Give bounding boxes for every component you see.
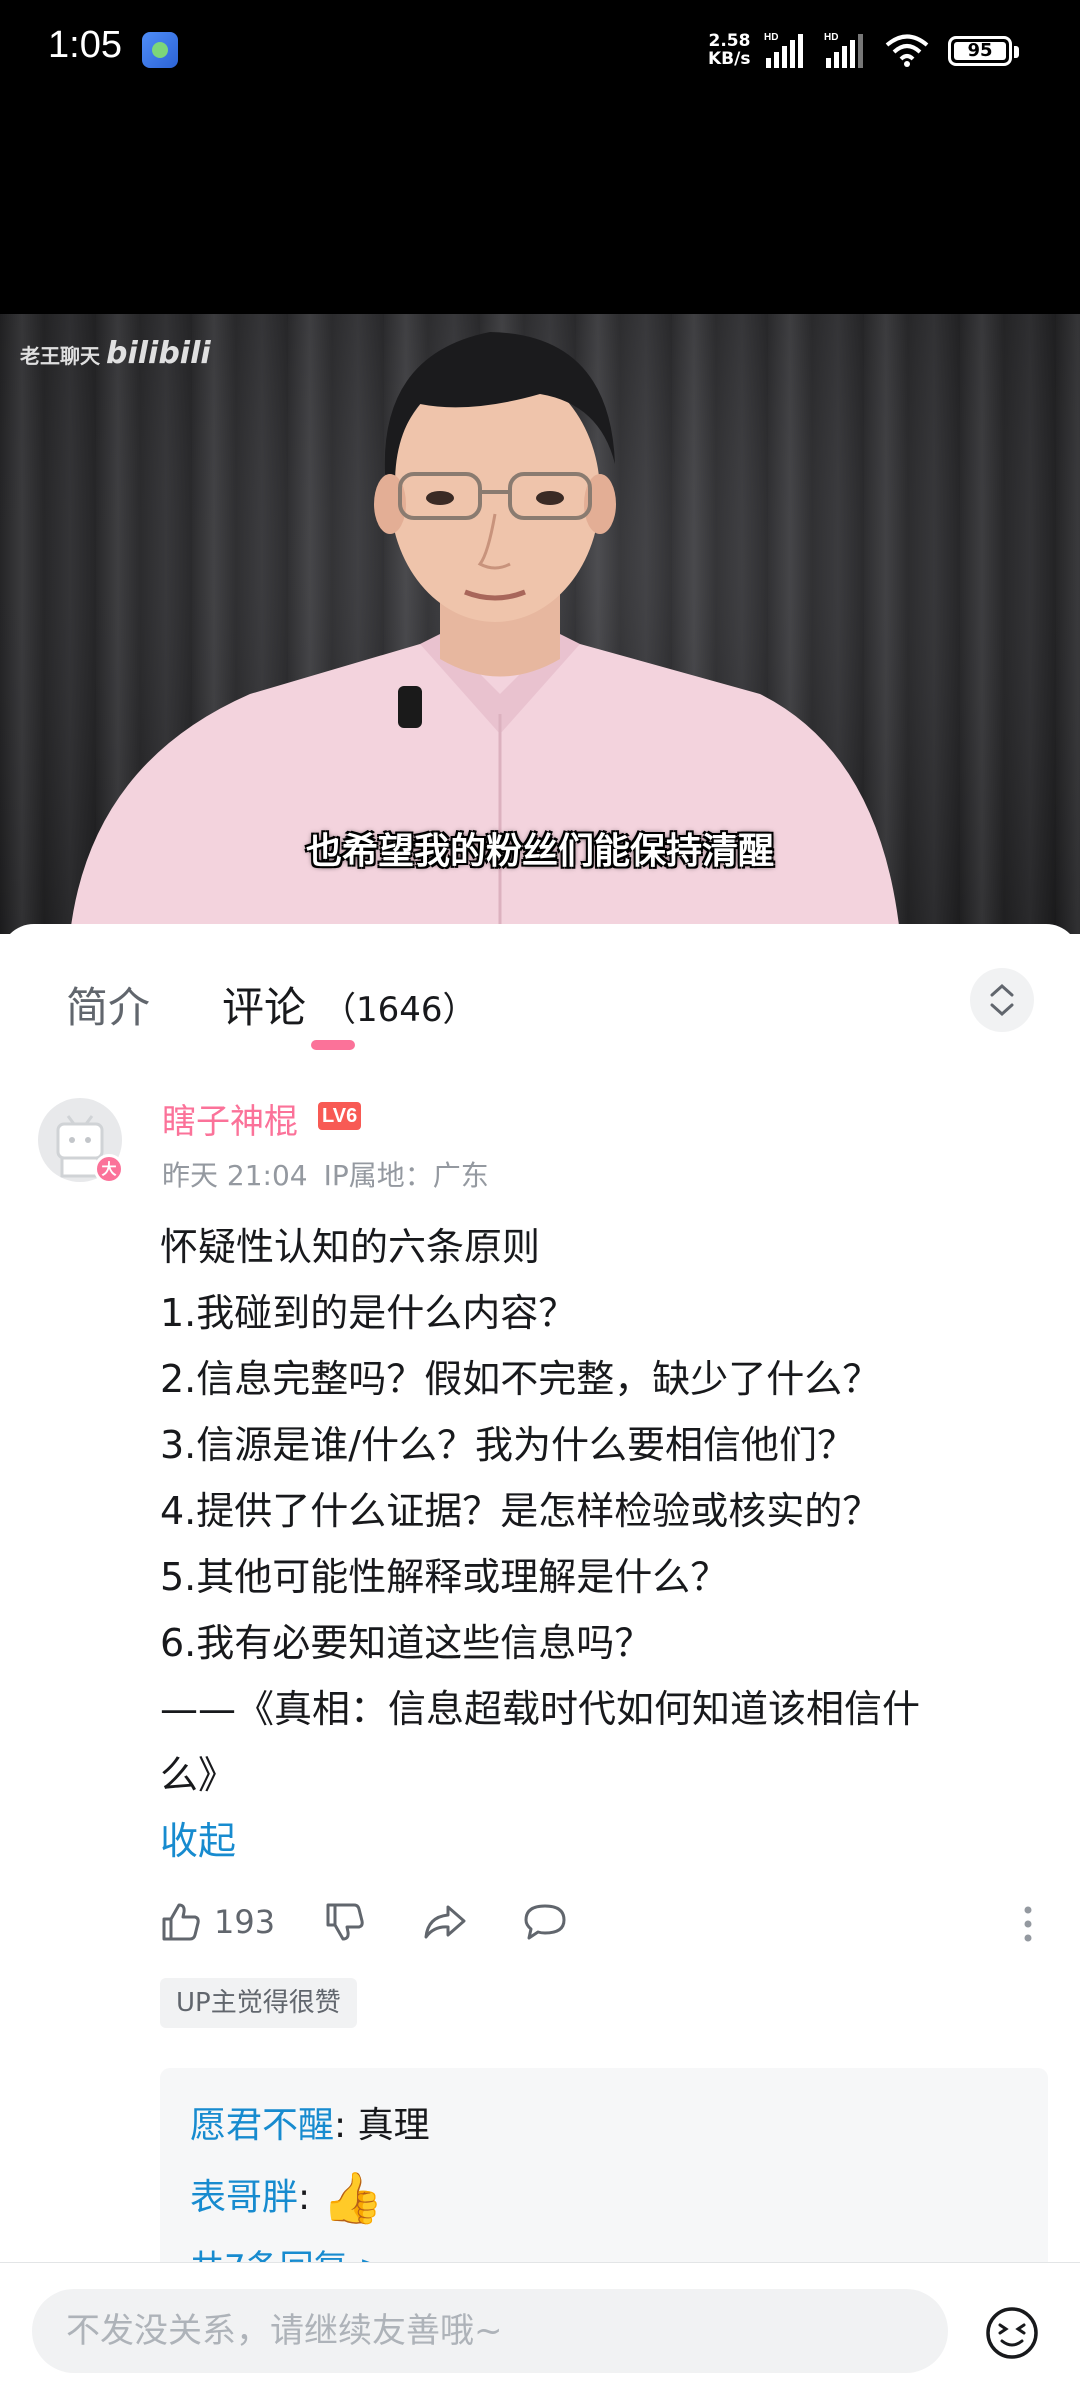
share-button[interactable] [422,1892,468,1952]
comment-line: 3.信源是谁/什么？我为什么要相信他们？ [160,1423,856,1467]
video-player[interactable]: 老王聊天 bilibili 也希望我的粉丝们能保持清醒 [0,314,1080,934]
tab-intro[interactable]: 简介 [66,974,150,1035]
comment-actions: 193 [160,1892,1040,1952]
hd-label: HD [764,32,778,43]
expand-panel-button[interactable] [970,968,1034,1032]
comment-ip: IP属地：广东 [323,1159,489,1192]
reply-separator: : [298,2177,322,2218]
comment-line: 6.我有必要知道这些信息吗？ [160,1621,653,1665]
comment-line: 怀疑性认知的六条原则 [160,1225,541,1269]
reply-user[interactable]: 表哥胖 [190,2177,298,2218]
comment-line: 1.我碰到的是什么内容？ [160,1291,577,1335]
video-watermark: 老王聊天 bilibili [20,336,211,371]
comment-line: 么》 [160,1753,237,1797]
reply-item[interactable]: 表哥胖: 👍 [190,2168,384,2228]
comment-line: ——《真相：信息超载时代如何知道该相信什 [160,1687,921,1731]
net-speed-unit: KB/s [708,49,751,69]
comments-panel: 简介 评论 （1646） 大 瞎子神棍 LV6 昨天 21:04 IP属地：广东 … [0,924,1080,2400]
comment-input-bar [0,2262,1080,2400]
status-time: 1:05 [48,24,122,66]
status-bar: 1:05 2.58 KB/s HD HD 95 [0,0,1080,100]
video-subtitle: 也希望我的粉丝们能保持清醒 [305,831,774,872]
tab-comments[interactable]: 评论 [222,974,306,1035]
collapse-link[interactable]: 收起 [160,1810,236,1865]
battery-icon: 95 [948,36,1019,66]
watermark-channel: 老王聊天 [20,344,100,368]
share-icon [424,1905,466,1939]
comment-username[interactable]: 瞎子神棍 [162,1094,298,1143]
tab-comments-count[interactable]: （1646） [322,982,477,1031]
like-button[interactable]: 193 [160,1892,275,1952]
signal-icon: HD [764,32,803,68]
comment-line: 2.信息完整吗？假如不完整，缺少了什么？ [160,1357,881,1401]
comment-line: 4.提供了什么证据？是怎样检验或核实的？ [160,1489,881,1533]
user-level-badge: LV6 [318,1102,362,1130]
watermark-brand: bilibili [106,336,211,371]
reply-separator: : [334,2105,358,2146]
reply-icon [524,1904,566,1940]
app-notification-icon [142,32,178,68]
reply-button[interactable] [522,1892,568,1952]
reply-item[interactable]: 愿君不醒: 真理 [190,2096,430,2148]
emoji-icon[interactable] [984,2305,1040,2361]
comment-meta: 昨天 21:04 IP属地：广东 [162,1154,505,1194]
active-tab-indicator [311,1040,355,1050]
video-letterbox [0,100,1080,314]
reply-text: 真理 [357,2105,430,2146]
comment-input[interactable] [32,2289,948,2373]
comment-body: 怀疑性认知的六条原则 1.我碰到的是什么内容？ 2.信息完整吗？假如不完整，缺少… [160,1214,1000,1808]
expand-icon [990,983,1014,1017]
comment-line: 5.其他可能性解释或理解是什么？ [160,1555,729,1599]
like-icon [162,1903,200,1941]
battery-level: 95 [967,40,993,61]
comment-time: 昨天 21:04 [162,1159,308,1192]
network-speed: 2.58 KB/s [708,32,750,68]
dislike-icon [326,1903,364,1941]
vip-badge: 大 [94,1154,124,1184]
reply-user[interactable]: 愿君不醒 [190,2105,334,2146]
dislike-button[interactable] [324,1892,366,1952]
tab-bar: 简介 评论 （1646） [0,924,1080,1054]
up-liked-tag: UP主觉得很赞 [160,1978,357,2028]
thumbs-up-emoji: 👍 [321,2169,384,2227]
like-count: 193 [214,1903,276,1941]
net-speed-value: 2.58 [708,31,751,51]
more-icon[interactable] [1022,1904,1034,1944]
signal-icon-2: HD [824,32,863,68]
wifi-icon [885,34,929,67]
hd-label-2: HD [824,32,838,43]
replies-box[interactable]: 愿君不醒: 真理 表哥胖: 👍 共7条回复 > [160,2068,1048,2288]
